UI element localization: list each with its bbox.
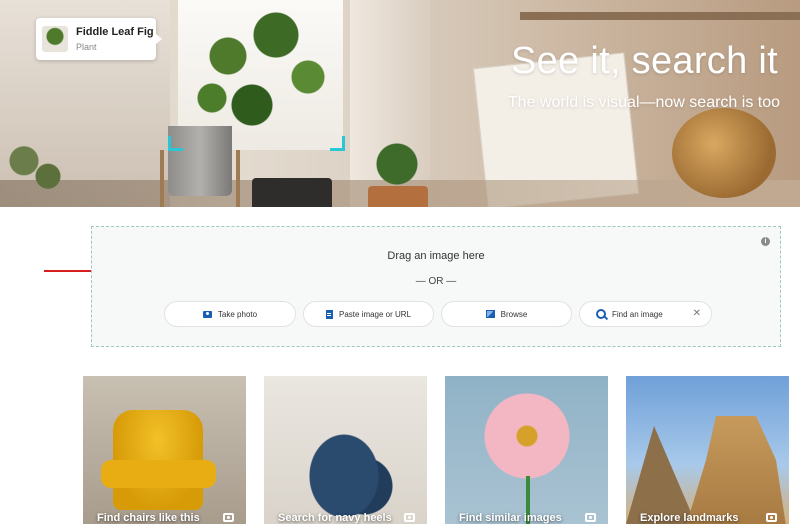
camera-icon bbox=[202, 310, 212, 318]
hero-subtitle: The world is visual—now search is too bbox=[507, 94, 780, 111]
sphinx-image bbox=[686, 416, 786, 524]
drag-instruction: Drag an image here bbox=[387, 250, 485, 262]
example-card-heels[interactable]: Search for navy heels bbox=[264, 376, 427, 524]
object-tag[interactable]: Fiddle Leaf Fig Plant bbox=[36, 18, 156, 60]
heels-image bbox=[294, 416, 394, 516]
take-photo-button[interactable]: Take photo bbox=[164, 301, 296, 327]
image-drop-zone[interactable]: i Drag an image here — OR — Take photo P… bbox=[91, 226, 781, 347]
hero-basket bbox=[252, 178, 332, 207]
object-thumbnail bbox=[42, 26, 68, 52]
paste-image-label: Paste image or URL bbox=[338, 309, 412, 319]
take-photo-label: Take photo bbox=[217, 309, 258, 319]
close-icon[interactable]: ✕ bbox=[693, 308, 701, 319]
browse-button[interactable]: Browse bbox=[441, 301, 572, 327]
find-image-button[interactable]: Find an image ✕ bbox=[579, 301, 712, 327]
visual-search-icon[interactable] bbox=[585, 513, 596, 522]
card-label: Find chairs like this bbox=[97, 512, 200, 524]
hero-left-plant bbox=[0, 130, 80, 207]
pyramid-image bbox=[626, 426, 696, 524]
hero-title: See it, search it bbox=[511, 40, 778, 82]
example-card-landmarks[interactable]: Explore landmarks bbox=[626, 376, 789, 524]
hero-banner: Fiddle Leaf Fig Plant See it, search it … bbox=[0, 0, 800, 207]
example-card-chairs[interactable]: Find chairs like this bbox=[83, 376, 246, 524]
object-tag-type: Plant bbox=[76, 42, 97, 52]
browse-label: Browse bbox=[500, 309, 528, 319]
example-card-flower[interactable]: Find similar images bbox=[445, 376, 608, 524]
selection-corner-icon bbox=[168, 136, 183, 151]
info-icon[interactable]: i bbox=[761, 237, 770, 246]
card-label: Find similar images bbox=[459, 512, 562, 524]
flower-image bbox=[483, 392, 571, 480]
or-separator: — OR — bbox=[415, 276, 457, 287]
image-icon bbox=[485, 310, 495, 318]
fiddle-leaf-fig-plant bbox=[180, 0, 340, 140]
search-icon bbox=[596, 309, 606, 319]
find-image-label: Find an image bbox=[612, 309, 663, 319]
paste-image-button[interactable]: Paste image or URL bbox=[303, 301, 434, 327]
selection-corner-icon bbox=[330, 136, 345, 151]
document-icon bbox=[325, 309, 333, 319]
card-label: Search for navy heels bbox=[278, 512, 392, 524]
visual-search-icon[interactable] bbox=[223, 513, 234, 522]
object-tag-name: Fiddle Leaf Fig bbox=[76, 26, 154, 38]
chair-seat bbox=[101, 460, 216, 488]
hero-shelf bbox=[520, 12, 800, 20]
object-tag-pointer bbox=[156, 34, 162, 44]
card-label: Explore landmarks bbox=[640, 512, 739, 524]
globe bbox=[672, 108, 776, 198]
visual-search-icon[interactable] bbox=[766, 513, 777, 522]
clay-pot bbox=[368, 186, 428, 207]
visual-search-icon[interactable] bbox=[404, 513, 415, 522]
